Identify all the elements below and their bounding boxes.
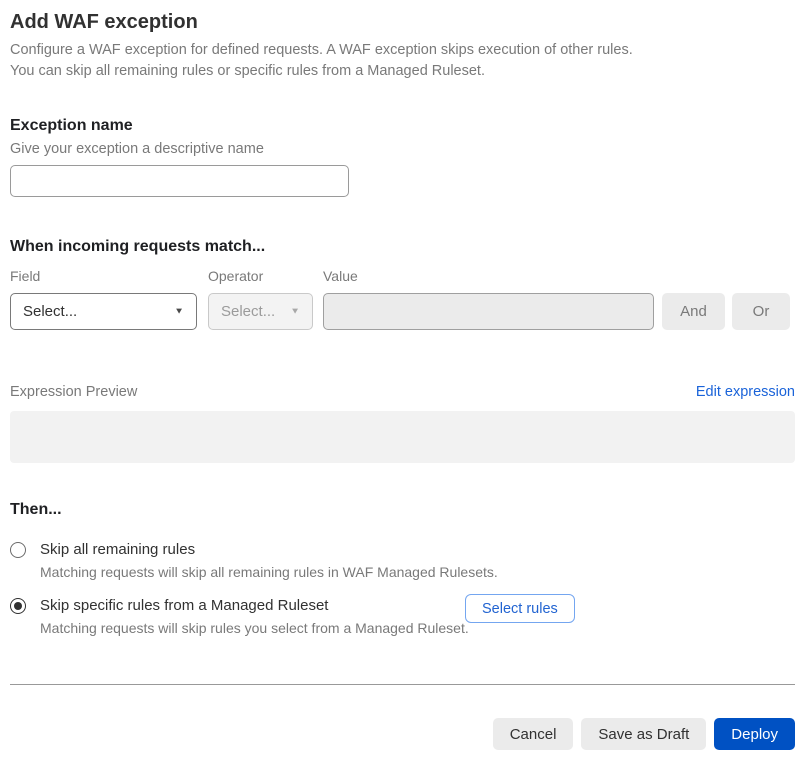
- radio-option-texts: Skip specific rules from a Managed Rules…: [40, 597, 469, 636]
- exception-name-section: Exception name Give your exception a des…: [10, 116, 795, 197]
- match-heading: When incoming requests match...: [10, 238, 266, 255]
- radio-dot: [14, 602, 22, 610]
- radio-button[interactable]: [10, 542, 26, 558]
- operator-select-value: Select...: [221, 303, 276, 320]
- cancel-button[interactable]: Cancel: [492, 718, 574, 750]
- chevron-down-icon: ▼: [290, 306, 300, 316]
- field-label: Field: [10, 268, 41, 284]
- match-section: When incoming requests match... Field Op…: [10, 237, 795, 330]
- expression-preview-box: [10, 411, 795, 463]
- field-select[interactable]: Select... ▼: [10, 293, 197, 330]
- value-label: Value: [323, 268, 358, 284]
- exception-name-input[interactable]: [10, 165, 349, 197]
- deploy-button[interactable]: Deploy: [714, 718, 795, 750]
- exception-name-helper: Give your exception a descriptive name: [10, 141, 264, 157]
- radio-button[interactable]: [10, 598, 26, 614]
- and-button[interactable]: And: [662, 293, 725, 330]
- or-button[interactable]: Or: [732, 293, 790, 330]
- chevron-down-icon: ▼: [174, 306, 184, 316]
- radio-option-label[interactable]: Skip specific rules from a Managed Rules…: [40, 597, 469, 615]
- match-controls-row: Select... ▼ Select... ▼ And Or: [10, 293, 795, 330]
- radio-option-skip-all: Skip all remaining rules Matching reques…: [10, 541, 795, 580]
- page-description-line2: You can skip all remaining rules or spec…: [10, 63, 485, 79]
- radio-option-description: Matching requests will skip rules you se…: [40, 620, 469, 636]
- save-as-draft-button[interactable]: Save as Draft: [581, 718, 707, 750]
- operator-label: Operator: [208, 268, 264, 284]
- radio-option-skip-specific: Skip specific rules from a Managed Rules…: [10, 594, 795, 636]
- field-select-value: Select...: [23, 303, 78, 320]
- footer-divider: [10, 684, 795, 685]
- operator-select: Select... ▼: [208, 293, 313, 330]
- value-input: [323, 293, 654, 330]
- radio-option-label[interactable]: Skip all remaining rules: [40, 541, 498, 559]
- add-waf-exception-form: Add WAF exception Configure a WAF except…: [0, 0, 807, 750]
- radio-option-description: Matching requests will skip all remainin…: [40, 564, 498, 580]
- page-description: Configure a WAF exception for defined re…: [10, 40, 795, 82]
- select-rules-button[interactable]: Select rules: [465, 594, 575, 623]
- expression-preview-label: Expression Preview: [10, 384, 138, 400]
- page-description-line1: Configure a WAF exception for defined re…: [10, 42, 633, 58]
- expression-section: Expression Preview Edit expression: [10, 383, 795, 463]
- exception-name-heading: Exception name: [10, 117, 133, 134]
- edit-expression-link[interactable]: Edit expression: [696, 383, 795, 402]
- then-section: Then... Skip all remaining rules Matchin…: [10, 500, 795, 636]
- match-labels-row: Field Operator Value: [10, 268, 795, 285]
- expression-header-row: Expression Preview Edit expression: [10, 383, 795, 402]
- radio-option-texts: Skip all remaining rules Matching reques…: [40, 541, 498, 580]
- footer-actions: Cancel Save as Draft Deploy: [10, 718, 795, 750]
- page-title: Add WAF exception: [10, 11, 198, 33]
- then-heading: Then...: [10, 501, 62, 518]
